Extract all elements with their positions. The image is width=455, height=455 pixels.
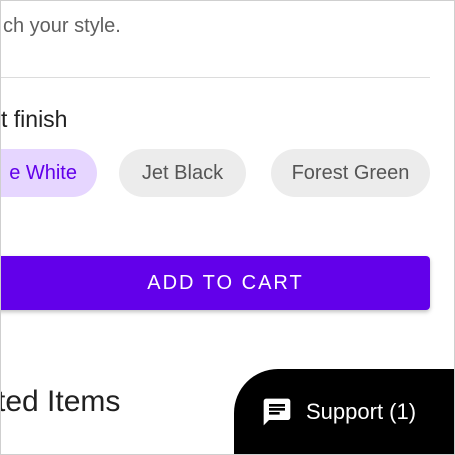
add-to-cart-button[interactable]: ADD TO CART (1, 256, 430, 310)
finish-option-jet-black[interactable]: Jet Black (119, 149, 246, 197)
finish-option-forest-green[interactable]: Forest Green (271, 149, 430, 197)
divider (1, 77, 430, 78)
support-label: Support (1) (306, 399, 417, 424)
add-to-cart-label: ADD TO CART (147, 272, 304, 294)
related-items-heading: ted Items (0, 385, 121, 418)
finish-option-label: Forest Green (291, 162, 410, 184)
finish-option-label: e White (9, 162, 77, 184)
description-text: ch your style. (3, 15, 121, 37)
finish-label: t finish (1, 106, 68, 132)
support-button[interactable]: Support (1) (234, 369, 454, 454)
finish-option-white[interactable]: e White (1, 149, 97, 197)
product-page: ch your style. t finish e White Jet Blac… (0, 0, 455, 455)
chat-icon (263, 398, 291, 426)
finish-option-label: Jet Black (141, 162, 224, 184)
